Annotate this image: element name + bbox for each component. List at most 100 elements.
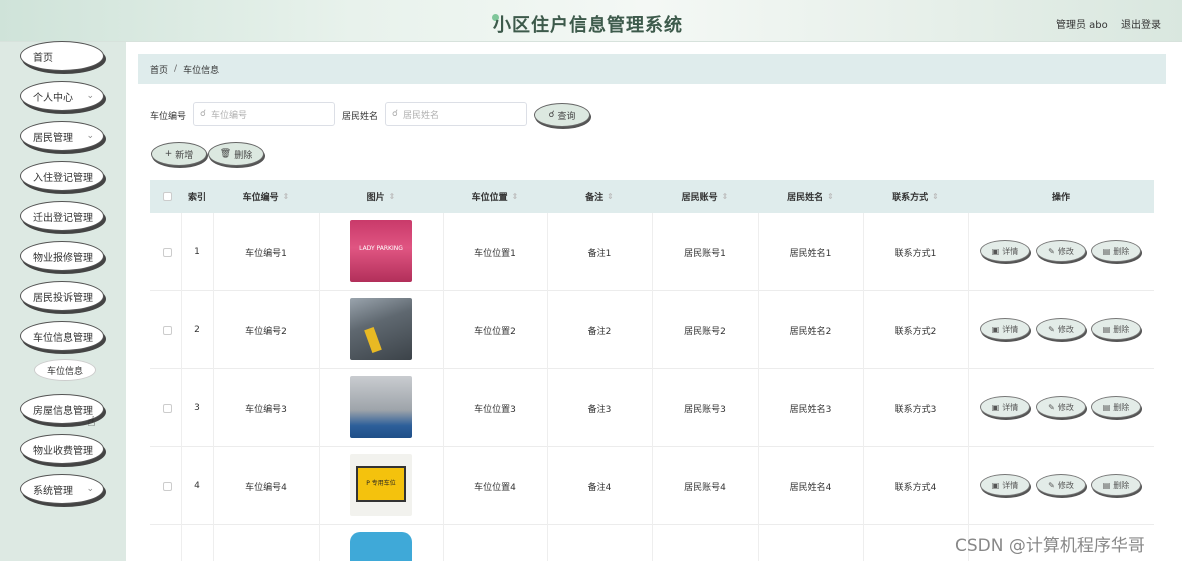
parking-image: LADY PARKING bbox=[350, 220, 412, 282]
cell-location: 车位位置2 bbox=[474, 326, 516, 337]
delete-button[interactable]: ▤ 删除 bbox=[1091, 474, 1141, 496]
resident-name-label: 居民姓名 bbox=[342, 112, 379, 122]
sidebar-item-label: 房屋信息管理 bbox=[33, 405, 93, 417]
search-icon: ☌ bbox=[200, 109, 207, 119]
sidebar-item-fees[interactable]: 物业收费管理 bbox=[20, 434, 104, 464]
row-checkbox[interactable] bbox=[163, 326, 172, 335]
sort-icon: ⇕ bbox=[388, 192, 396, 201]
sidebar-item-label: 物业收费管理 bbox=[33, 445, 93, 457]
sidebar-subitem-label: 车位信息 bbox=[46, 366, 83, 377]
parking-image bbox=[350, 376, 412, 438]
cell-name: 居民姓名2 bbox=[789, 326, 832, 337]
image-text: P 专用车位 bbox=[366, 480, 396, 487]
sidebar-item-system[interactable]: 系统管理 ⌄ bbox=[20, 474, 104, 504]
sidebar-subitem-parking-info[interactable]: 车位信息 bbox=[34, 359, 96, 381]
edit-button[interactable]: ✎ 修改 bbox=[1036, 396, 1086, 418]
row-checkbox[interactable] bbox=[163, 482, 172, 491]
sort-icon: ⇕ bbox=[721, 192, 729, 201]
trash-icon: ▤ bbox=[1102, 402, 1111, 412]
trash-icon: 🗑 bbox=[219, 149, 232, 159]
cell-index: 2 bbox=[194, 325, 200, 335]
sidebar-item-label: 居民投诉管理 bbox=[33, 292, 93, 304]
sidebar-item-label: 居民管理 bbox=[33, 132, 73, 144]
cell-spot-no: 车位编号1 bbox=[245, 248, 287, 259]
detail-button[interactable]: ▣ 详情 bbox=[980, 318, 1030, 340]
sidebar-item-label: 系统管理 bbox=[33, 485, 73, 497]
breadcrumb-current: 车位信息 bbox=[183, 65, 220, 76]
chevron-down-icon: ⌄ bbox=[86, 131, 94, 141]
row-checkbox[interactable] bbox=[163, 248, 172, 257]
row-checkbox[interactable] bbox=[163, 404, 172, 413]
select-all-checkbox[interactable] bbox=[163, 192, 172, 201]
sidebar-item-checkout[interactable]: 迁出登记管理 bbox=[20, 201, 104, 231]
col-contact[interactable]: 联系方式 ⇕ bbox=[863, 180, 968, 213]
sort-icon: ⇕ bbox=[827, 192, 834, 201]
document-icon: ▣ bbox=[991, 402, 1000, 412]
parking-image bbox=[350, 298, 412, 360]
table-header: 索引 车位编号 ⇕ 图片 ⇕ 车位位置 ⇕ 备注 ⇕ 居民账号 ⇕ 居民姓名 ⇕ 联系方式 ⇕… bbox=[150, 180, 1154, 213]
col-spot-no[interactable]: 车位编号 ⇕ bbox=[213, 180, 319, 213]
edit-button[interactable]: ✎ 修改 bbox=[1036, 240, 1086, 262]
cell-account: 居民账号3 bbox=[684, 404, 726, 415]
col-account[interactable]: 居民账号 ⇕ bbox=[652, 180, 758, 213]
logout-link[interactable]: 退出登录 bbox=[1121, 16, 1161, 31]
breadcrumb-separator: / bbox=[174, 64, 178, 74]
sidebar-item-checkin[interactable]: 入住登记管理 bbox=[20, 161, 104, 191]
cell-name: 居民姓名4 bbox=[789, 482, 832, 493]
pencil-icon: ✎ bbox=[1048, 246, 1055, 256]
add-button-label: 新增 bbox=[175, 150, 194, 161]
spot-no-input[interactable]: ☌ 车位编号 bbox=[193, 102, 335, 126]
cell-location: 车位位置1 bbox=[474, 248, 516, 259]
breadcrumb-home[interactable]: 首页 bbox=[150, 63, 168, 76]
col-note[interactable]: 备注 ⇕ bbox=[547, 180, 652, 213]
cell-note: 备注4 bbox=[587, 482, 612, 493]
search-icon: ☌ bbox=[548, 110, 555, 120]
col-location[interactable]: 车位位置 ⇕ bbox=[443, 180, 547, 213]
sort-icon: ⇕ bbox=[282, 192, 290, 201]
pencil-icon: ✎ bbox=[1048, 402, 1055, 412]
detail-button[interactable]: ▣ 详情 bbox=[980, 240, 1030, 262]
col-actions: 操作 bbox=[1051, 193, 1070, 203]
col-name[interactable]: 居民姓名 ⇕ bbox=[758, 180, 863, 213]
spot-no-placeholder: 车位编号 bbox=[211, 110, 248, 121]
top-header: 小区住户信息管理系统 管理员 abo 退出登录 bbox=[0, 0, 1182, 42]
sidebar-item-label: 入住登记管理 bbox=[33, 172, 93, 184]
sidebar-item-profile[interactable]: 个人中心 ⌄ bbox=[20, 81, 104, 111]
sidebar-item-repair[interactable]: 物业报修管理 bbox=[20, 241, 104, 271]
image-text: LADY PARKING bbox=[359, 245, 403, 252]
chevron-down-icon: ⌄ bbox=[86, 484, 94, 494]
query-button[interactable]: ☌ 查询 bbox=[534, 103, 590, 127]
cell-account: 居民账号4 bbox=[684, 482, 726, 493]
cell-name: 居民姓名3 bbox=[789, 404, 832, 415]
sidebar-item-parking[interactable]: 车位信息管理 bbox=[20, 321, 104, 351]
app-title: 小区住户信息管理系统 bbox=[493, 15, 683, 36]
resident-name-input[interactable]: ☌ 居民姓名 bbox=[385, 102, 527, 126]
pencil-icon: ✎ bbox=[1048, 480, 1055, 490]
spot-no-label: 车位编号 bbox=[150, 112, 187, 122]
sidebar-item-residents[interactable]: 居民管理 ⌄ bbox=[20, 121, 104, 151]
cell-note: 备注1 bbox=[587, 248, 612, 259]
cell-index: 3 bbox=[194, 403, 200, 413]
search-icon: ☌ bbox=[392, 109, 399, 119]
table-row: 4 车位编号4 P 专用车位 车位位置4 备注4 居民账号4 居民姓名4 联系方… bbox=[150, 447, 1154, 525]
add-button[interactable]: + 新增 bbox=[151, 142, 207, 166]
batch-delete-button-label: 删除 bbox=[234, 150, 253, 161]
table-row: 3 车位编号3 车位位置3 备注3 居民账号3 居民姓名3 联系方式3 ▣ 详情 … bbox=[150, 369, 1154, 447]
edit-button[interactable]: ✎ 修改 bbox=[1036, 318, 1086, 340]
sidebar-item-label: 物业报修管理 bbox=[33, 252, 93, 264]
table-row: 2 车位编号2 车位位置2 备注2 居民账号2 居民姓名2 联系方式2 ▣ 详情 … bbox=[150, 291, 1154, 369]
col-image[interactable]: 图片 ⇕ bbox=[319, 180, 443, 213]
delete-button[interactable]: ▤ 删除 bbox=[1091, 396, 1141, 418]
sidebar-item-home[interactable]: 首页 bbox=[20, 41, 104, 71]
detail-button[interactable]: ▣ 详情 bbox=[980, 396, 1030, 418]
batch-delete-button[interactable]: 🗑 删除 bbox=[208, 142, 264, 166]
delete-button[interactable]: ▤ 删除 bbox=[1091, 240, 1141, 262]
detail-button[interactable]: ▣ 详情 bbox=[980, 474, 1030, 496]
sort-icon: ⇕ bbox=[607, 192, 614, 201]
current-user: 管理员 abo bbox=[1056, 20, 1108, 31]
sidebar-item-complaint[interactable]: 居民投诉管理 bbox=[20, 281, 104, 311]
cell-contact: 联系方式3 bbox=[894, 404, 937, 415]
cell-index: 1 bbox=[194, 247, 200, 257]
edit-button[interactable]: ✎ 修改 bbox=[1036, 474, 1086, 496]
delete-button[interactable]: ▤ 删除 bbox=[1091, 318, 1141, 340]
